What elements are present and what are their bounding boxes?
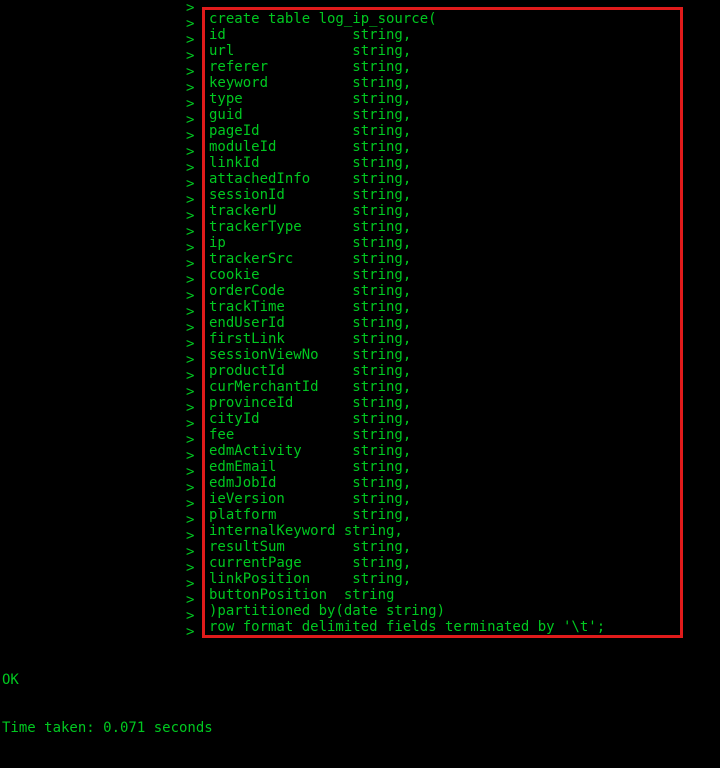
continuation-prompt: > <box>186 192 195 208</box>
continuation-prompt: > <box>186 592 195 608</box>
sql-line: attachedInfo string, <box>209 171 412 187</box>
continuation-prompt: > <box>186 256 195 272</box>
continuation-prompt: > <box>186 224 195 240</box>
continuation-prompt: > <box>186 0 195 16</box>
sql-line: endUserId string, <box>209 315 412 331</box>
sql-line: ieVersion string, <box>209 491 412 507</box>
sql-line: trackerU string, <box>209 203 412 219</box>
continuation-prompt: > <box>186 608 195 624</box>
query-result-output: OK Time taken: 0.071 seconds <box>2 640 213 768</box>
continuation-prompt: > <box>186 384 195 400</box>
sql-line: edmEmail string, <box>209 459 412 475</box>
sql-line: orderCode string, <box>209 283 412 299</box>
continuation-prompt: > <box>186 512 195 528</box>
sql-line: edmJobId string, <box>209 475 412 491</box>
continuation-prompt: > <box>186 16 195 32</box>
continuation-prompt: > <box>186 448 195 464</box>
sql-line: cookie string, <box>209 267 412 283</box>
continuation-prompt: > <box>186 528 195 544</box>
sql-line: trackerType string, <box>209 219 412 235</box>
sql-line: pageId string, <box>209 123 412 139</box>
continuation-prompt: > <box>186 432 195 448</box>
sql-line: url string, <box>209 43 412 59</box>
continuation-prompt: > <box>186 240 195 256</box>
sql-line: linkPosition string, <box>209 571 412 587</box>
sql-line: productId string, <box>209 363 412 379</box>
sql-line: )partitioned by(date string) <box>209 603 446 619</box>
continuation-prompt: > <box>186 320 195 336</box>
continuation-prompt: > <box>186 368 195 384</box>
continuation-prompt: > <box>186 208 195 224</box>
sql-line: trackerSrc string, <box>209 251 412 267</box>
sql-line: linkId string, <box>209 155 412 171</box>
continuation-prompt-gutter: > > > > > > > > > > > > > > > > > > > > > > > > > > > > > > > > > > > > > > > > <box>186 0 204 640</box>
continuation-prompt: > <box>186 304 195 320</box>
sql-line: keyword string, <box>209 75 412 91</box>
continuation-prompt: > <box>186 560 195 576</box>
sql-line: curMerchantId string, <box>209 379 412 395</box>
continuation-prompt: > <box>186 96 195 112</box>
sql-line: platform string, <box>209 507 412 523</box>
continuation-prompt: > <box>186 576 195 592</box>
continuation-prompt: > <box>186 160 195 176</box>
sql-line: buttonPosition string <box>209 587 395 603</box>
sql-line: currentPage string, <box>209 555 412 571</box>
continuation-prompt: > <box>186 32 195 48</box>
continuation-prompt: > <box>186 496 195 512</box>
continuation-prompt: > <box>186 80 195 96</box>
continuation-prompt: > <box>186 272 195 288</box>
continuation-prompt: > <box>186 416 195 432</box>
sql-line: provinceId string, <box>209 395 412 411</box>
sql-line: create table log_ip_source( <box>209 11 437 27</box>
continuation-prompt: > <box>186 288 195 304</box>
sql-line: resultSum string, <box>209 539 412 555</box>
continuation-prompt: > <box>186 144 195 160</box>
sql-line: edmActivity string, <box>209 443 412 459</box>
terminal-window[interactable]: > > > > > > > > > > > > > > > > > > > > > > > > > > > > > > > > > > > > > > > >… <box>0 0 720 736</box>
sql-line: firstLink string, <box>209 331 412 347</box>
continuation-prompt: > <box>186 176 195 192</box>
sql-line: sessionViewNo string, <box>209 347 412 363</box>
continuation-prompt: > <box>186 480 195 496</box>
sql-line: referer string, <box>209 59 412 75</box>
result-timing: Time taken: 0.071 seconds <box>2 720 213 736</box>
sql-create-table-statement: create table log_ip_source(id string, url… <box>209 11 605 635</box>
result-status: OK <box>2 672 19 688</box>
sql-line: cityId string, <box>209 411 412 427</box>
continuation-prompt: > <box>186 544 195 560</box>
sql-line: guid string, <box>209 107 412 123</box>
sql-line: sessionId string, <box>209 187 412 203</box>
sql-line: type string, <box>209 91 412 107</box>
continuation-prompt: > <box>186 336 195 352</box>
continuation-prompt: > <box>186 352 195 368</box>
continuation-prompt: > <box>186 64 195 80</box>
continuation-prompt: > <box>186 128 195 144</box>
sql-line: internalKeyword string, <box>209 523 403 539</box>
continuation-prompt: > <box>186 464 195 480</box>
continuation-prompt: > <box>186 112 195 128</box>
sql-line: id string, <box>209 27 412 43</box>
sql-line: row format delimited fields terminated b… <box>209 619 606 635</box>
sql-line: moduleId string, <box>209 139 412 155</box>
continuation-prompt: > <box>186 48 195 64</box>
continuation-prompt: > <box>186 400 195 416</box>
continuation-prompt: > <box>186 624 195 640</box>
sql-line: trackTime string, <box>209 299 412 315</box>
sql-line: fee string, <box>209 427 412 443</box>
sql-line: ip string, <box>209 235 412 251</box>
